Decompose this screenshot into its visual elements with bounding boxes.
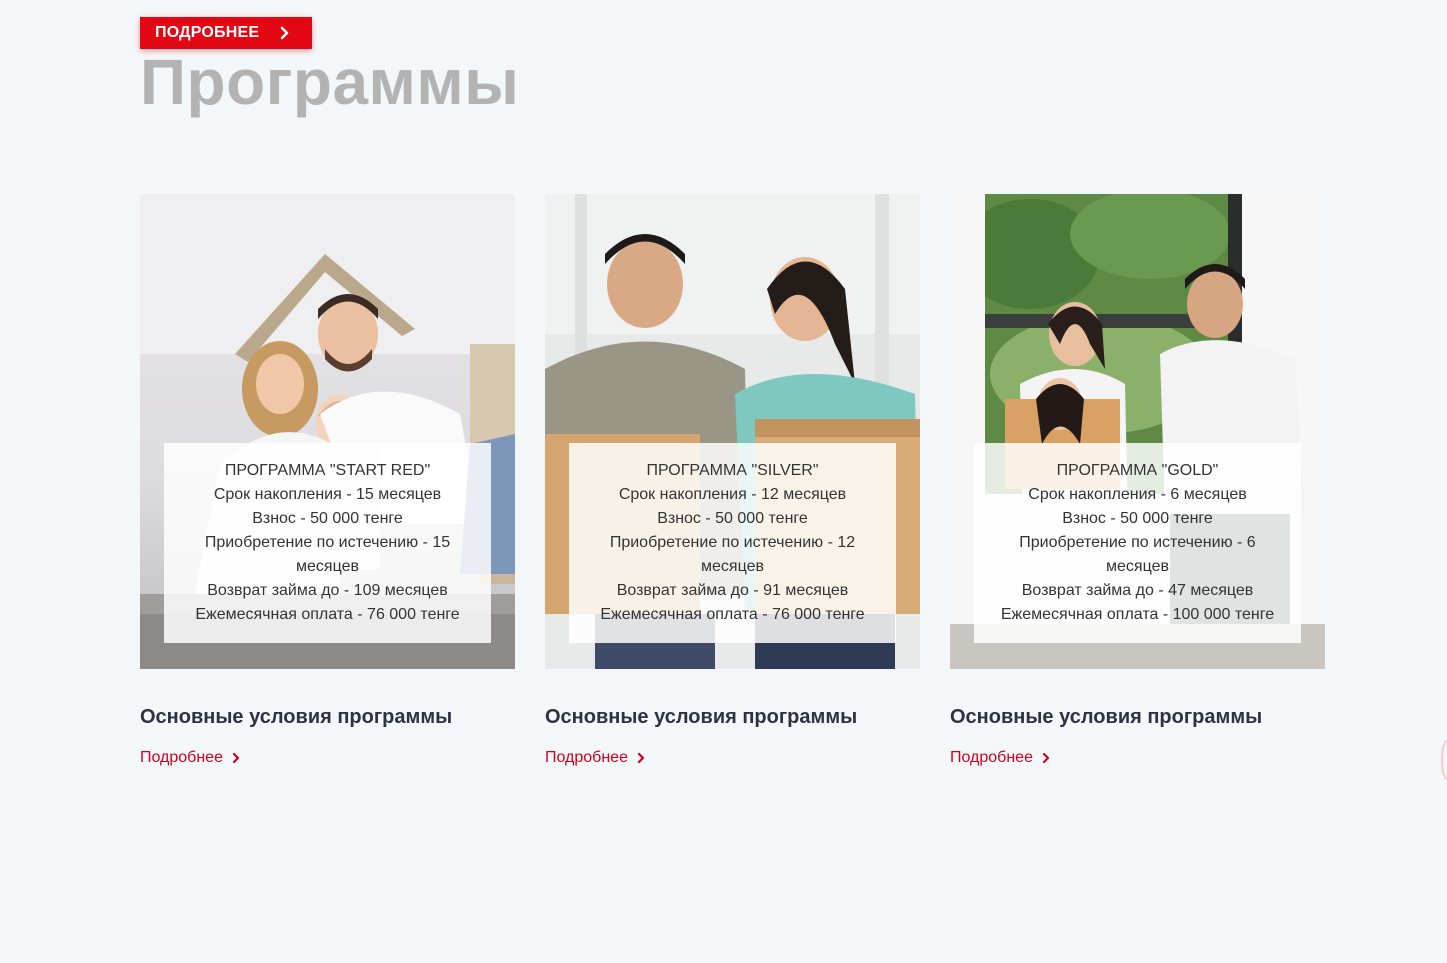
card-more-link[interactable]: Подробнее xyxy=(140,748,241,768)
card-more-link-label: Подробнее xyxy=(140,749,223,766)
program-purchase: Приобретение по истечению - 12 месяцев xyxy=(609,534,856,575)
card-title: Основные условия программы xyxy=(545,706,858,728)
program-purchase: Приобретение по истечению - 6 месяцев xyxy=(1019,534,1256,575)
program-card: ПРОГРАММА "GOLD" Срок накопления - 6 мес… xyxy=(950,194,1325,794)
more-button-label: ПОДРОБНЕЕ xyxy=(155,24,260,41)
program-fee: Взнос - 50 000 тенге xyxy=(1062,510,1213,527)
chevron-right-icon xyxy=(232,752,240,764)
program-card: ПРОГРАММА "START RED" Срок накопления - … xyxy=(140,194,515,794)
program-info: ПРОГРАММА "START RED" Срок накопления - … xyxy=(164,443,491,643)
program-name: ПРОГРАММА "SILVER" xyxy=(646,462,819,479)
chevron-right-icon xyxy=(637,752,645,764)
program-purchase: Приобретение по истечению - 15 месяцев xyxy=(204,534,451,575)
page-title: Программы xyxy=(140,46,520,118)
program-card: ПРОГРАММА "SILVER" Срок накопления - 12 … xyxy=(545,194,920,794)
program-info: ПРОГРАММА "GOLD" Срок накопления - 6 мес… xyxy=(974,443,1301,643)
program-repay: Возврат займа до - 109 месяцев xyxy=(207,582,448,599)
card-more-link[interactable]: Подробнее xyxy=(545,748,646,768)
card-title: Основные условия программы xyxy=(140,706,453,728)
card-more-link-label: Подробнее xyxy=(545,749,628,766)
card-title: Основные условия программы xyxy=(950,706,1263,728)
program-fee: Взнос - 50 000 тенге xyxy=(657,510,808,527)
program-term: Срок накопления - 15 месяцев xyxy=(213,486,442,503)
program-info: ПРОГРАММА "SILVER" Срок накопления - 12 … xyxy=(569,443,896,643)
program-fee: Взнос - 50 000 тенге xyxy=(252,510,403,527)
program-monthly: Ежемесячная оплата - 76 000 тенге xyxy=(195,606,460,623)
edge-scroll-decoration xyxy=(1441,740,1447,780)
program-repay: Возврат займа до - 91 месяцев xyxy=(616,582,849,599)
program-repay: Возврат займа до - 47 месяцев xyxy=(1021,582,1254,599)
chevron-right-icon xyxy=(280,26,289,40)
chevron-right-icon xyxy=(1042,752,1050,764)
program-term: Срок накопления - 12 месяцев xyxy=(618,486,847,503)
card-more-link[interactable]: Подробнее xyxy=(950,748,1051,768)
program-name: ПРОГРАММА "GOLD" xyxy=(1056,462,1219,479)
program-name: ПРОГРАММА "START RED" xyxy=(224,462,431,479)
card-more-link-label: Подробнее xyxy=(950,749,1033,766)
program-monthly: Ежемесячная оплата - 76 000 тенге xyxy=(600,606,865,623)
program-monthly: Ежемесячная оплата - 100 000 тенге xyxy=(1000,606,1275,623)
program-term: Срок накопления - 6 месяцев xyxy=(1028,486,1247,503)
